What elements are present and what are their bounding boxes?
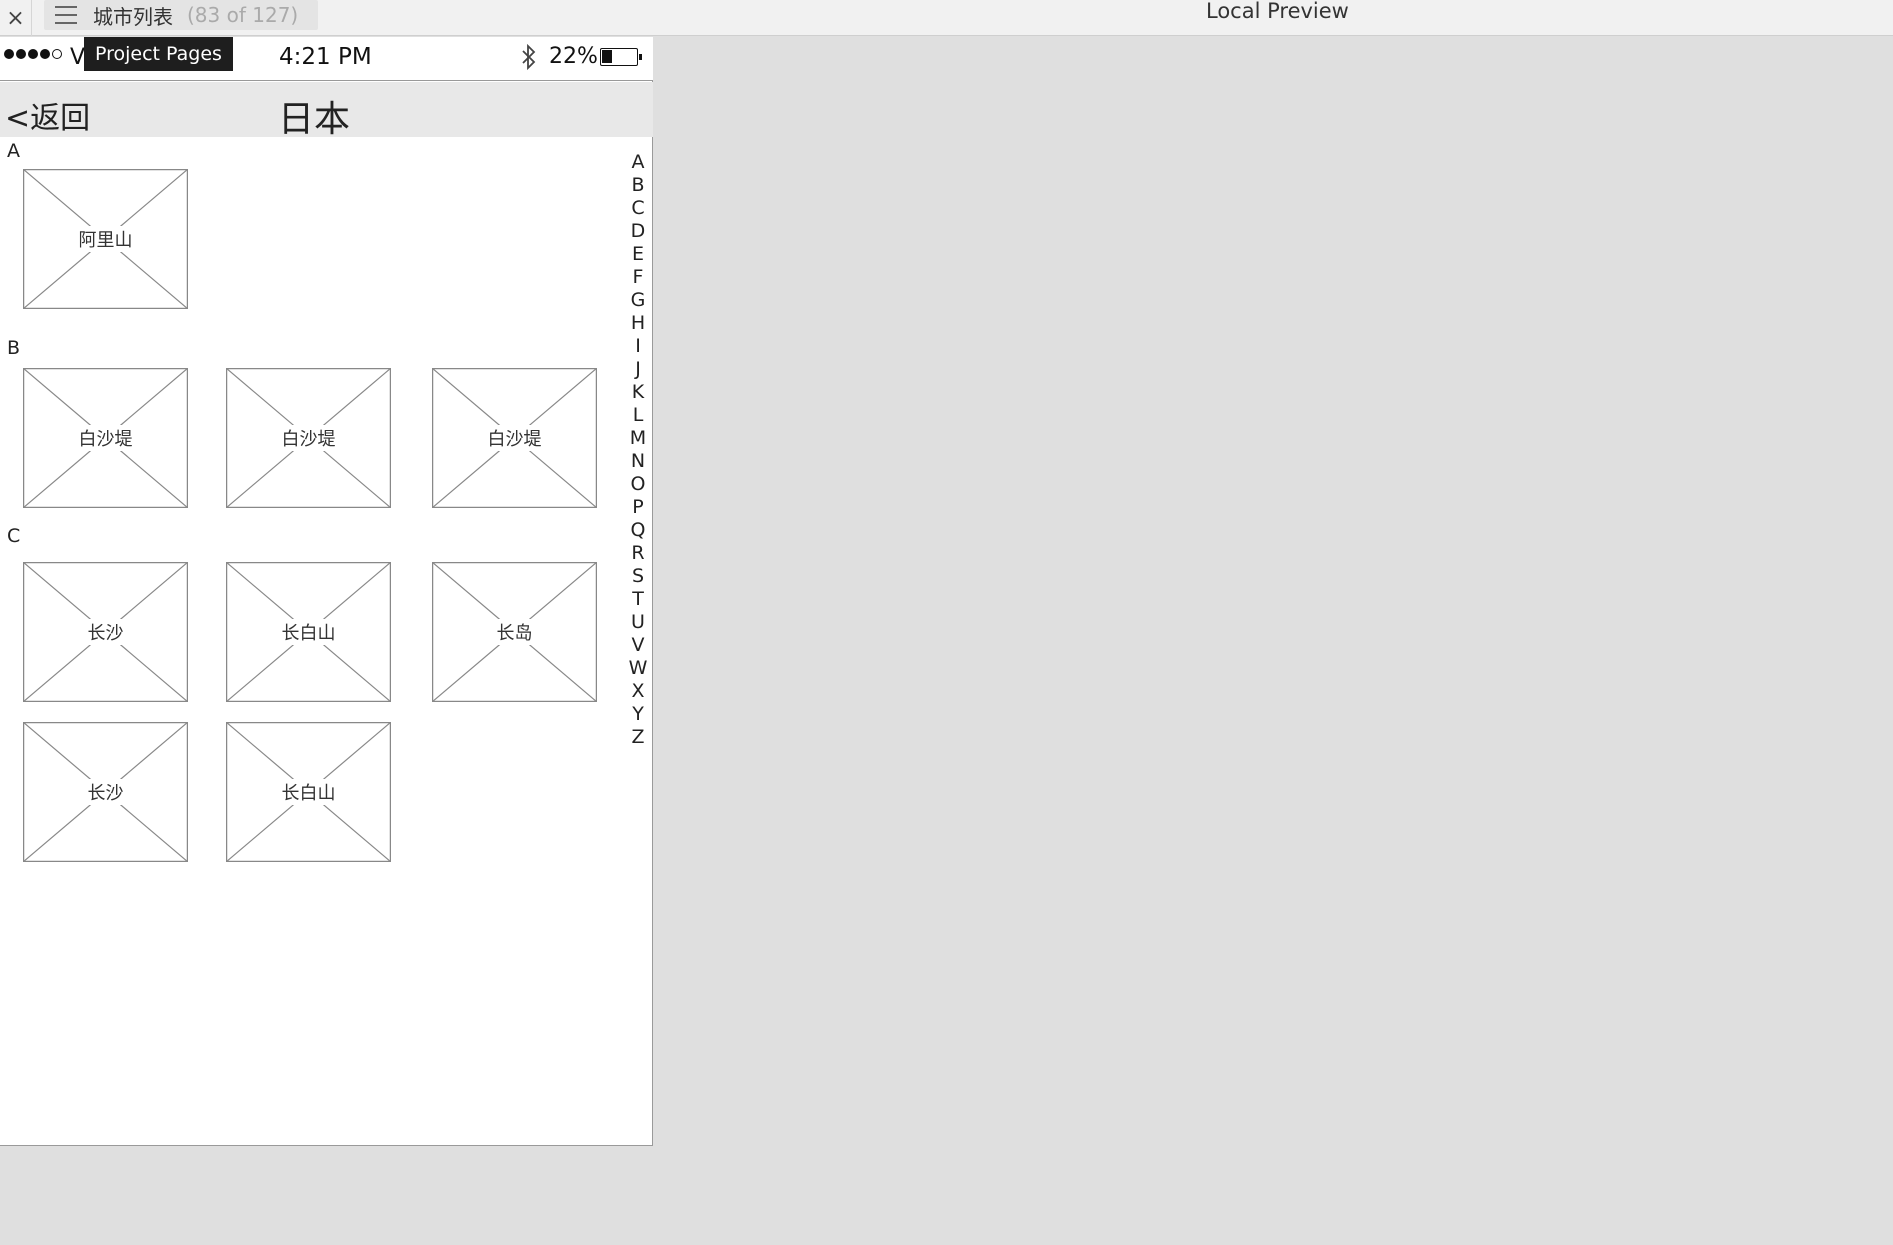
- close-icon: ×: [6, 5, 25, 31]
- index-letter-q[interactable]: Q: [631, 519, 646, 542]
- index-letter-g[interactable]: G: [631, 289, 646, 312]
- city-card[interactable]: 白沙堤: [432, 368, 597, 508]
- city-card[interactable]: 长沙: [23, 562, 188, 702]
- index-letter-h[interactable]: H: [631, 312, 645, 335]
- city-card[interactable]: 长白山: [226, 562, 391, 702]
- city-name: 白沙堤: [280, 425, 337, 451]
- preview-title: Local Preview: [1206, 0, 1349, 23]
- city-card[interactable]: 阿里山: [23, 169, 188, 309]
- page-name: 城市列表: [93, 4, 173, 29]
- page-picker[interactable]: 城市列表 (83 of 127): [44, 0, 318, 30]
- carrier-name: V: [70, 45, 86, 70]
- index-letter-b[interactable]: B: [631, 174, 644, 197]
- close-button[interactable]: ×: [0, 0, 32, 36]
- index-letter-z[interactable]: Z: [631, 726, 644, 749]
- index-letter-e[interactable]: E: [632, 243, 644, 266]
- index-letter-o[interactable]: O: [631, 473, 646, 496]
- index-letter-l[interactable]: L: [633, 404, 644, 427]
- city-name: 长白山: [280, 619, 337, 645]
- hamburger-icon[interactable]: [55, 6, 77, 24]
- city-name: 长沙: [86, 779, 125, 805]
- index-letter-y[interactable]: Y: [632, 703, 644, 726]
- section-header-a: A: [7, 140, 20, 162]
- nav-bar: <返回 日本: [0, 82, 653, 140]
- index-letter-c[interactable]: C: [631, 197, 644, 220]
- city-card[interactable]: 长沙: [23, 722, 188, 862]
- index-letter-s[interactable]: S: [632, 565, 644, 588]
- city-name: 白沙堤: [77, 425, 134, 451]
- index-letter-i[interactable]: I: [635, 335, 641, 358]
- section-header-c: C: [7, 525, 21, 547]
- city-card[interactable]: 白沙堤: [23, 368, 188, 508]
- project-pages-tooltip: Project Pages: [84, 37, 233, 71]
- index-letter-u[interactable]: U: [631, 611, 645, 634]
- battery-icon: [600, 48, 642, 66]
- index-letter-a[interactable]: A: [632, 151, 645, 174]
- page-count: (83 of 127): [187, 3, 299, 27]
- city-name: 长沙: [86, 619, 125, 645]
- city-name: 阿里山: [77, 226, 134, 252]
- index-letter-m[interactable]: M: [630, 427, 646, 450]
- index-letter-v[interactable]: V: [632, 634, 645, 657]
- section-header-b: B: [7, 337, 21, 359]
- index-letter-k[interactable]: K: [632, 381, 644, 404]
- signal-strength-icon: [4, 49, 62, 59]
- index-letter-j[interactable]: J: [635, 358, 641, 381]
- index-letter-d[interactable]: D: [631, 220, 646, 243]
- index-letter-p[interactable]: P: [632, 496, 643, 519]
- city-name: 长白山: [280, 779, 337, 805]
- preview-toolbar: × 城市列表 (83 of 127) Local Preview: [0, 0, 1893, 36]
- back-button[interactable]: <返回: [5, 93, 90, 137]
- city-name: 长岛: [495, 619, 534, 645]
- bluetooth-icon: [522, 43, 536, 71]
- index-letter-w[interactable]: W: [629, 657, 648, 680]
- status-time: 4:21 PM: [279, 44, 372, 70]
- index-letter-f[interactable]: F: [633, 266, 644, 289]
- index-letter-r[interactable]: R: [631, 542, 644, 565]
- phone-screen: V 4:21 PM 22% Project Pages <返回 日本 A 阿里山 B…: [0, 37, 653, 1146]
- page-title: 日本: [278, 99, 351, 140]
- index-letter-x[interactable]: X: [631, 680, 644, 703]
- city-card[interactable]: 长岛: [432, 562, 597, 702]
- city-card[interactable]: 长白山: [226, 722, 391, 862]
- battery-percent: 22%: [549, 44, 598, 69]
- alphabet-index[interactable]: ABCDEFGHIJKLMNOPQRSTUVWXYZ: [626, 151, 650, 749]
- city-name: 白沙堤: [486, 425, 543, 451]
- index-letter-n[interactable]: N: [631, 450, 645, 473]
- index-letter-t[interactable]: T: [632, 588, 644, 611]
- city-card[interactable]: 白沙堤: [226, 368, 391, 508]
